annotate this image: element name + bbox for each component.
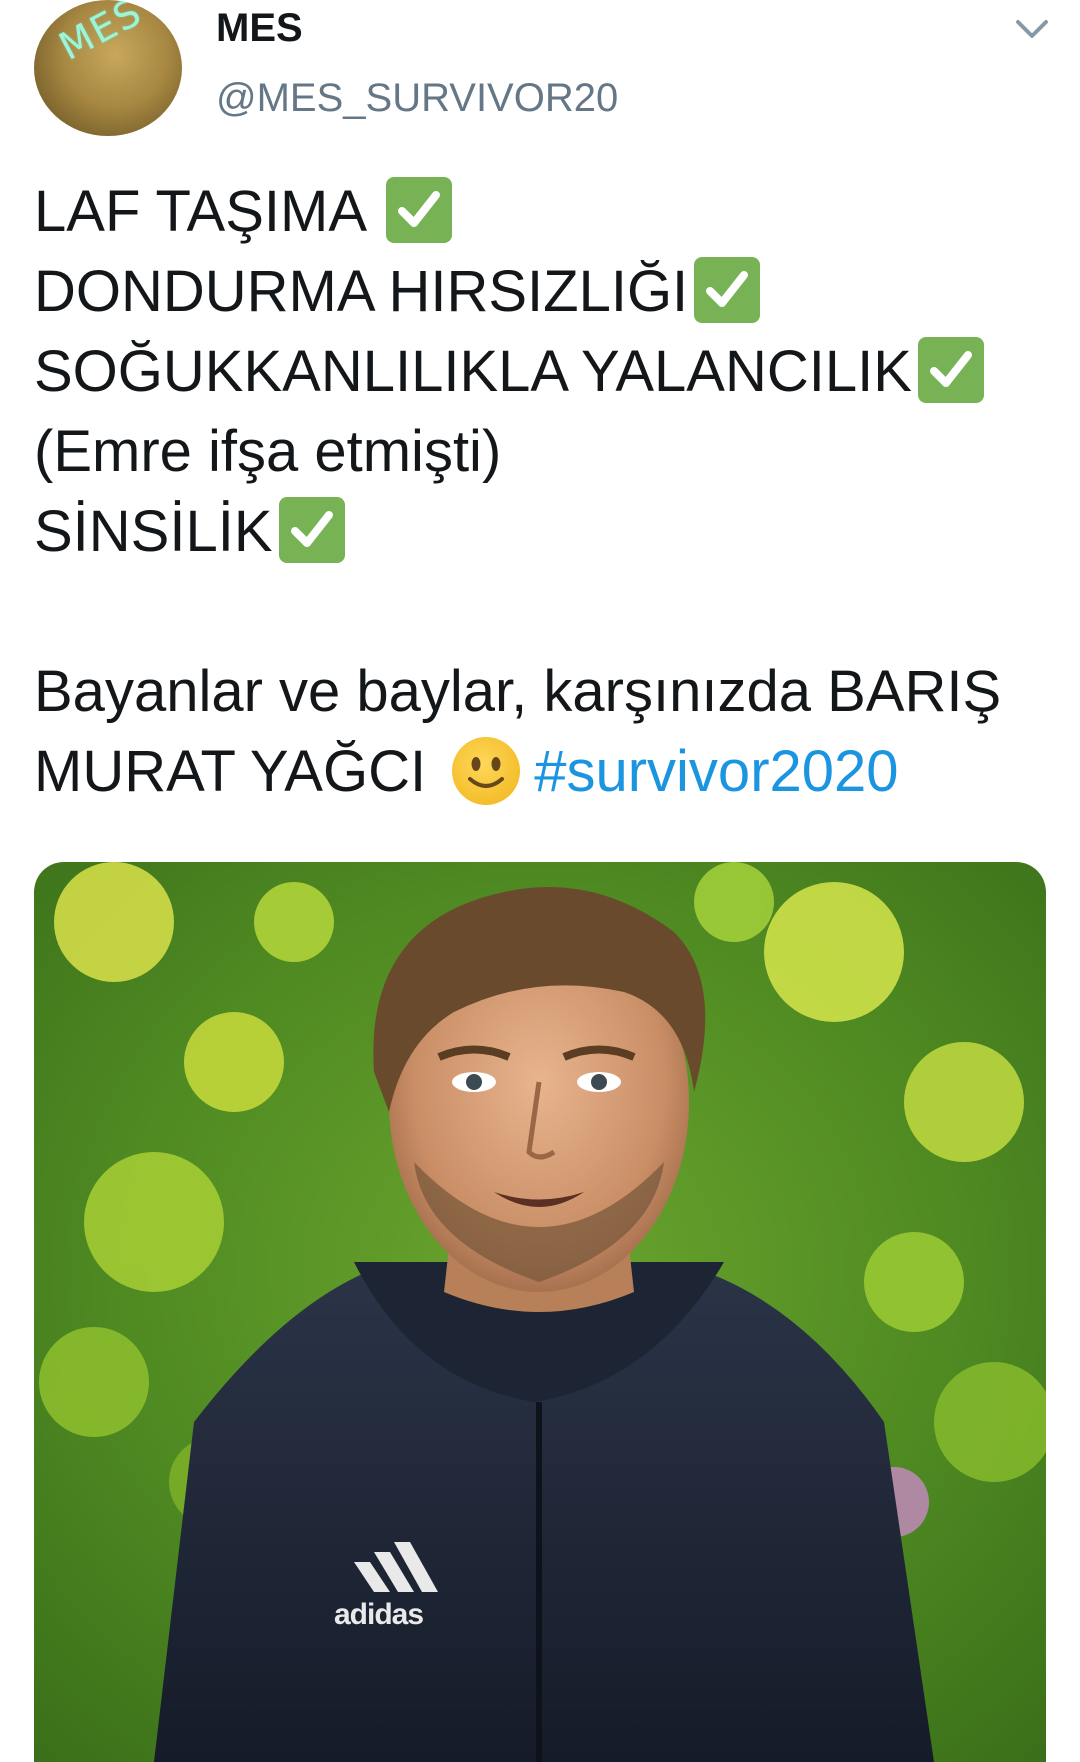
chevron-down-icon[interactable] bbox=[1012, 14, 1052, 44]
avatar[interactable]: MES bbox=[34, 0, 182, 136]
avatar-logo-text: MES bbox=[52, 0, 150, 69]
shirt-logo-text: adidas bbox=[334, 1598, 424, 1631]
hashtag-link[interactable]: #survivor2020 bbox=[534, 739, 898, 804]
author-handle[interactable]: @MES_SURVIVOR20 bbox=[216, 76, 618, 121]
check-mark-icon bbox=[278, 497, 345, 563]
tweet-line-text: MURAT YAĞCI bbox=[34, 739, 443, 804]
tweet-line-text: SOĞUKKANLILIKLA YALANCILIK bbox=[34, 339, 912, 404]
tweet-header: MES MES @MES_SURVIVOR20 bbox=[0, 0, 1080, 150]
check-mark-icon bbox=[917, 337, 984, 403]
tweet-line-text: SİNSİLİK bbox=[34, 499, 273, 564]
author-display-name[interactable]: MES bbox=[216, 6, 303, 51]
check-mark-icon bbox=[694, 257, 761, 323]
tweet-line: DONDURMA HIRSIZLIĞI bbox=[34, 252, 1054, 332]
tweet-line: Bayanlar ve baylar, karşınızda BARIŞ bbox=[34, 652, 1054, 732]
tweet-line-text: DONDURMA HIRSIZLIĞI bbox=[34, 259, 689, 324]
smiling-face-icon bbox=[452, 737, 521, 805]
check-mark-icon bbox=[385, 177, 452, 243]
tweet-line-text: Bayanlar ve baylar, karşınızda BARIŞ bbox=[34, 659, 1002, 724]
tweet-photo[interactable]: adidas bbox=[34, 862, 1046, 1762]
tweet-line: LAF TAŞIMA bbox=[34, 172, 1054, 252]
tweet-line: (Emre ifşa etmişti) bbox=[34, 412, 1054, 492]
photo-survivor-contestant bbox=[34, 862, 1046, 1762]
tweet-line: SOĞUKKANLILIKLA YALANCILIK bbox=[34, 332, 1054, 412]
tweet-text: LAF TAŞIMA DONDURMA HIRSIZLIĞI SOĞUKKANL… bbox=[34, 172, 1054, 812]
tweet-line-text: (Emre ifşa etmişti) bbox=[34, 419, 502, 484]
tweet-line: MURAT YAĞCI #survivor2020 bbox=[34, 732, 1054, 812]
tweet-line: SİNSİLİK bbox=[34, 492, 1054, 572]
tweet-line-text: LAF TAŞIMA bbox=[34, 179, 380, 244]
